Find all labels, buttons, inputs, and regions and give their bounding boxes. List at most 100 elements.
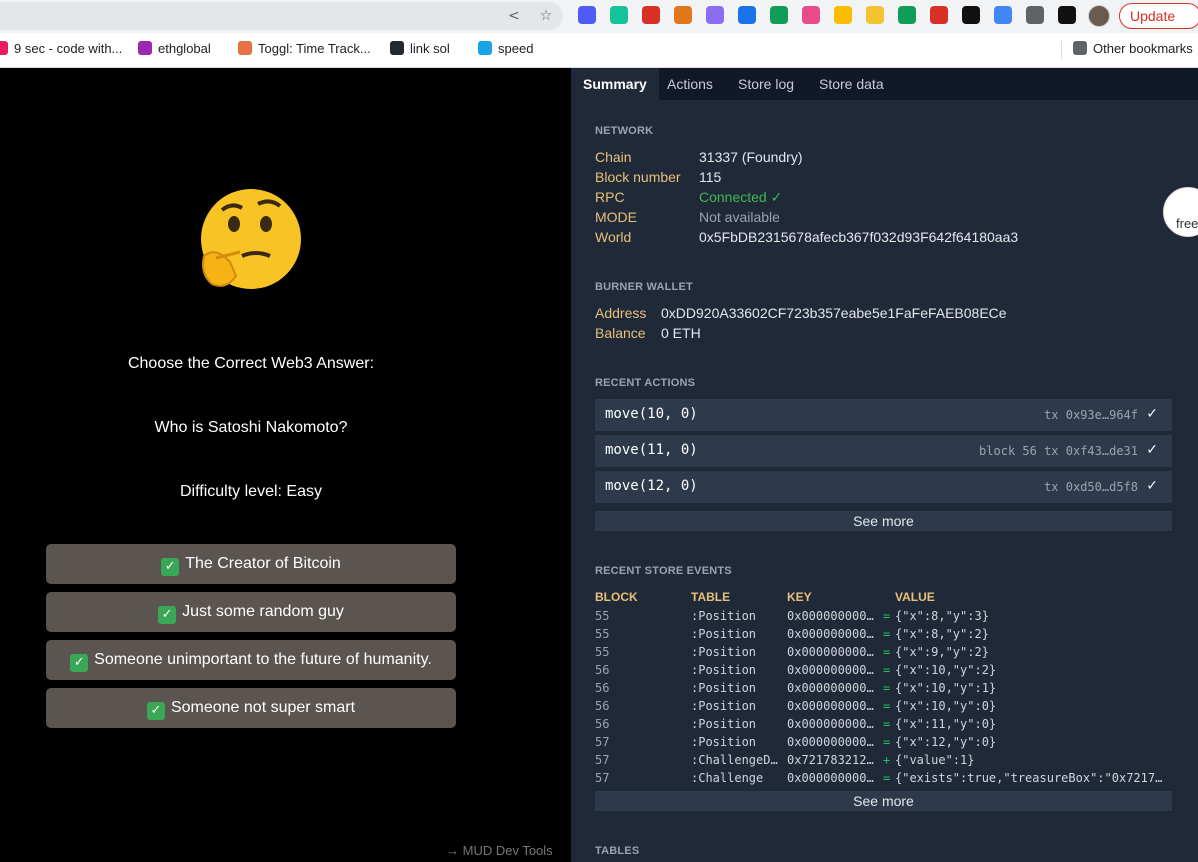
check-mark-icon: ✓ (158, 606, 177, 624)
profile-avatar[interactable] (1088, 5, 1110, 27)
browser-toolbar: < ☆ Update (0, 0, 1198, 33)
extension-icon[interactable] (802, 6, 820, 24)
extension-icon[interactable] (834, 6, 852, 24)
wallet-key: Address (595, 305, 647, 321)
extension-icon[interactable] (674, 6, 692, 24)
bookmark-item[interactable]: Toggl: Time Track... (238, 41, 371, 56)
bookmark-favicon-icon (0, 41, 8, 55)
folder-icon (1073, 41, 1087, 55)
event-key: 0x721783212… (787, 753, 874, 767)
answer-button[interactable]: ✓ The Creator of Bitcoin (46, 544, 456, 584)
address-bar[interactable]: < ☆ (0, 2, 563, 30)
extension-icon[interactable] (642, 6, 660, 24)
extension-icon[interactable] (994, 6, 1012, 24)
event-table: :Position (691, 663, 757, 677)
check-icon: ✓ (1146, 478, 1158, 494)
other-bookmarks[interactable]: Other bookmarks (1073, 41, 1193, 56)
event-key: 0x000000000… (787, 627, 874, 641)
network-key: MODE (595, 209, 637, 225)
extension-icon[interactable] (962, 6, 980, 24)
mud-dev-tools-panel: Summary Actions Store log Store data NET… (571, 68, 1198, 862)
bookmark-item[interactable]: speed (478, 41, 533, 56)
action-row[interactable]: move(10, 0) tx 0x93e…964f ✓ (595, 399, 1172, 431)
bookmark-item[interactable]: link sol (390, 41, 450, 56)
event-block: 55 (595, 609, 610, 623)
network-heading: NETWORK (595, 125, 654, 137)
bookmark-favicon-icon (138, 41, 152, 55)
event-table: :Challenge (691, 771, 764, 785)
event-key: 0x000000000… (787, 645, 874, 659)
quiz-prompt: Choose the Correct Web3 Answer: (127, 355, 375, 372)
event-block: 55 (595, 645, 610, 659)
quiz-question: Who is Satoshi Nakomoto? (154, 419, 348, 436)
event-op: = (883, 735, 891, 749)
event-table: :Position (691, 681, 757, 695)
rpc-status: Connected ✓ (699, 189, 783, 205)
event-value: {"x":10,"y":2} (895, 663, 997, 677)
mud-dev-tools-link[interactable]: → MUD Dev Tools (446, 843, 553, 858)
event-value: {"x":11,"y":0} (895, 717, 997, 731)
update-button[interactable]: Update (1119, 3, 1198, 29)
extension-icon[interactable] (1058, 6, 1076, 24)
extension-icon[interactable] (706, 6, 724, 24)
extension-icon[interactable] (578, 6, 596, 24)
actions-see-more-button[interactable]: See more (595, 511, 1172, 531)
tables-heading: TABLES (595, 845, 640, 857)
network-value: 31337 (Foundry) (699, 149, 803, 165)
event-key: 0x000000000… (787, 771, 874, 785)
extension-icon[interactable] (738, 6, 756, 24)
extension-icon[interactable] (866, 6, 884, 24)
tab-store-log[interactable]: Store log (726, 68, 806, 100)
event-table: :Position (691, 717, 757, 731)
events-see-more-button[interactable]: See more (595, 791, 1172, 811)
network-value: Not available (699, 209, 780, 225)
event-block: 55 (595, 627, 610, 641)
extension-icon[interactable] (770, 6, 788, 24)
network-key: Chain (595, 149, 632, 165)
answer-button[interactable]: ✓ Someone not super smart (46, 688, 456, 728)
event-key: 0x000000000… (787, 681, 874, 695)
event-value: {"x":12,"y":0} (895, 735, 997, 749)
check-icon: ✓ (1146, 442, 1158, 458)
event-op: = (883, 609, 891, 623)
bookmark-item[interactable]: ethglobal (138, 41, 211, 56)
tab-store-data[interactable]: Store data (807, 68, 896, 100)
event-value: {"value":1} (895, 753, 975, 767)
event-key: 0x000000000… (787, 735, 874, 749)
extension-icon[interactable] (610, 6, 628, 24)
bookmarks-divider (1061, 41, 1062, 59)
network-value: 115 (699, 169, 722, 185)
share-icon[interactable]: < (506, 8, 522, 24)
column-header: TABLE (691, 590, 731, 604)
event-table: :Position (691, 699, 757, 713)
bookmark-item[interactable]: 9 sec - code with... (0, 41, 122, 56)
event-op: = (883, 771, 891, 785)
column-header: BLOCK (595, 590, 638, 604)
event-key: 0x000000000… (787, 663, 874, 677)
game-panel: Choose the Correct Web3 Answer: Who is S… (0, 68, 571, 862)
event-block: 56 (595, 681, 610, 695)
action-row[interactable]: move(11, 0) block 56 tx 0xf43…de31 ✓ (595, 435, 1172, 467)
wallet-balance: 0 ETH (661, 325, 701, 341)
extension-icon[interactable] (930, 6, 948, 24)
action-row[interactable]: move(12, 0) tx 0xd50…d5f8 ✓ (595, 471, 1172, 503)
check-mark-icon: ✓ (70, 654, 89, 672)
tab-actions[interactable]: Actions (655, 68, 725, 100)
quiz-difficulty: Difficulty level: Easy (180, 483, 322, 500)
bookmark-star-icon[interactable]: ☆ (538, 8, 554, 24)
extension-icon[interactable] (1026, 6, 1044, 24)
event-block: 57 (595, 771, 610, 785)
event-key: 0x000000000… (787, 717, 874, 731)
answer-button[interactable]: ✓ Someone unimportant to the future of hu… (46, 640, 456, 680)
answer-button[interactable]: ✓ Just some random guy (46, 592, 456, 632)
bookmarks-bar: 9 sec - code with... ethglobal Toggl: Ti… (0, 33, 1198, 68)
event-block: 56 (595, 699, 610, 713)
event-table: :Position (691, 645, 757, 659)
network-key: Block number (595, 169, 681, 185)
event-key: 0x000000000… (787, 699, 874, 713)
event-op: + (883, 753, 891, 767)
event-value: {"x":10,"y":0} (895, 699, 997, 713)
tab-summary[interactable]: Summary (571, 68, 659, 100)
extension-icon[interactable] (898, 6, 916, 24)
thinking-face-icon (201, 189, 301, 289)
